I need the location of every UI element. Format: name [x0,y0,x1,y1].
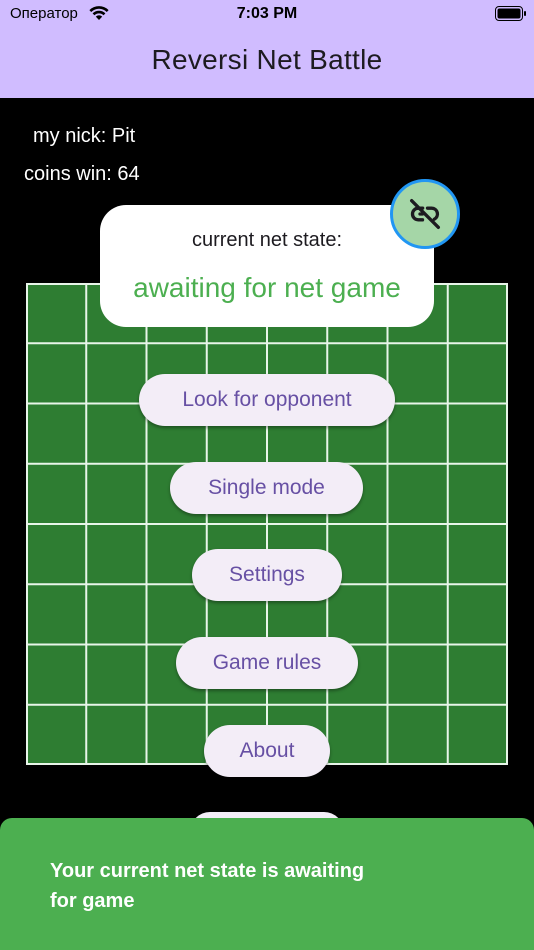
single-mode-button[interactable]: Single mode [170,462,363,514]
battery-icon [495,6,526,21]
look-for-opponent-button[interactable]: Look for opponent [139,374,395,426]
game-board [26,283,508,765]
about-button[interactable]: About [204,725,330,777]
settings-button[interactable]: Settings [192,549,342,601]
net-state-value: awaiting for net game [133,272,401,303]
net-connection-button[interactable] [390,179,460,249]
net-state-card: current net state: awaiting for net game [100,205,434,327]
coins-count: coins win: 64 [24,163,140,185]
board-grid [26,283,508,765]
link-off-icon [410,199,440,229]
page-title: Reversi Net Battle [151,44,383,75]
status-time: 7:03 PM [236,5,298,22]
snackbar: Your current net state is awaiting for g… [0,818,534,950]
game-rules-button[interactable]: Game rules [176,637,358,689]
player-nick: my nick: Pit [33,125,136,147]
status-bar: Оператор 7:03 PM [0,0,534,28]
snackbar-message: Your current net state is awaiting for g… [50,860,365,912]
app-header: Оператор 7:03 PM Reversi Net Battle [0,0,534,98]
net-state-label: current net state: [191,229,343,251]
